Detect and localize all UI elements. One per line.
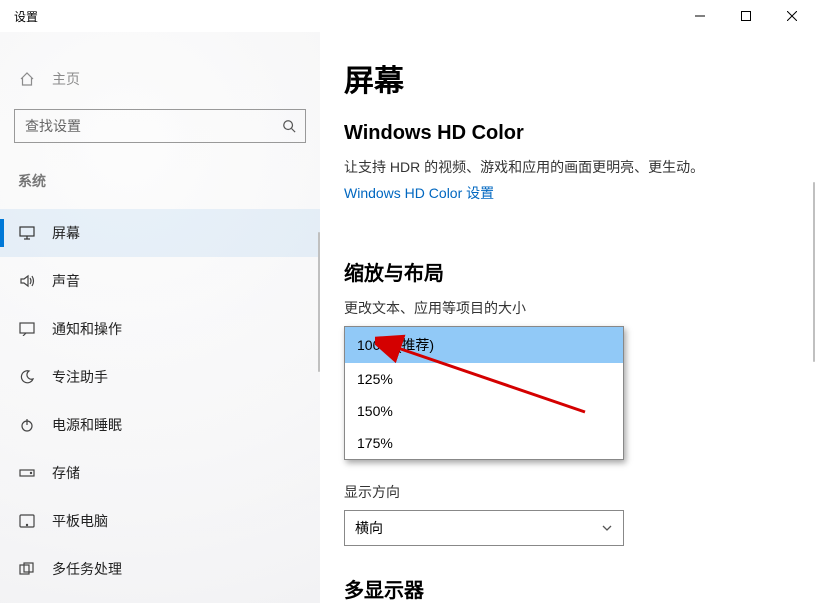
- multi-display-heading: 多显示器: [344, 574, 791, 603]
- sidebar-item-label: 电源和睡眠: [52, 415, 122, 435]
- orientation-label: 显示方向: [344, 482, 791, 502]
- search-input[interactable]: [14, 109, 306, 143]
- content-pane: 屏幕 Windows HD Color 让支持 HDR 的视频、游戏和应用的画面…: [320, 32, 815, 603]
- scale-option-100[interactable]: 100% (推荐): [345, 327, 623, 363]
- sidebar-item-sound[interactable]: 声音: [0, 257, 320, 305]
- orientation-value: 横向: [355, 518, 383, 538]
- sidebar-item-multitask[interactable]: 多任务处理: [0, 545, 320, 593]
- tablet-icon: [18, 514, 36, 528]
- storage-icon: [18, 467, 36, 479]
- close-button[interactable]: [769, 0, 815, 32]
- nav-list: 屏幕 声音 通知和操作 专注助手 电源和睡眠 存储: [0, 209, 320, 593]
- sidebar-item-storage[interactable]: 存储: [0, 449, 320, 497]
- chevron-down-icon: [601, 522, 613, 534]
- section-header: 系统: [0, 159, 320, 209]
- maximize-button[interactable]: [723, 0, 769, 32]
- sidebar: 主页 系统 屏幕 声音 通知和操作 专注助手: [0, 32, 320, 603]
- search-field[interactable]: [14, 109, 306, 143]
- focus-icon: [18, 369, 36, 385]
- sidebar-item-label: 通知和操作: [52, 319, 122, 339]
- multitask-icon: [18, 562, 36, 576]
- hd-color-heading: Windows HD Color: [344, 122, 791, 145]
- home-nav[interactable]: 主页: [0, 57, 320, 101]
- sidebar-item-label: 专注助手: [52, 367, 108, 387]
- scale-option-175[interactable]: 175%: [345, 427, 623, 459]
- sidebar-item-label: 声音: [52, 271, 80, 291]
- sidebar-item-label: 屏幕: [52, 223, 80, 243]
- scale-label: 更改文本、应用等项目的大小: [344, 298, 791, 318]
- sidebar-item-tablet[interactable]: 平板电脑: [0, 497, 320, 545]
- scale-option-125[interactable]: 125%: [345, 363, 623, 395]
- sidebar-item-power[interactable]: 电源和睡眠: [0, 401, 320, 449]
- title-bar: 设置: [0, 0, 815, 32]
- hd-color-desc: 让支持 HDR 的视频、游戏和应用的画面更明亮、更生动。: [344, 157, 791, 177]
- sidebar-item-focus[interactable]: 专注助手: [0, 353, 320, 401]
- power-icon: [18, 417, 36, 433]
- scale-option-150[interactable]: 150%: [345, 395, 623, 427]
- orientation-select[interactable]: 横向: [344, 510, 624, 546]
- hd-color-link[interactable]: Windows HD Color 设置: [344, 183, 494, 203]
- minimize-button[interactable]: [677, 0, 723, 32]
- sidebar-item-label: 存储: [52, 463, 80, 483]
- window-controls: [677, 0, 815, 32]
- sound-icon: [18, 274, 36, 288]
- scale-heading: 缩放与布局: [344, 257, 791, 286]
- scale-dropdown[interactable]: 100% (推荐) 125% 150% 175%: [344, 326, 624, 460]
- sidebar-item-display[interactable]: 屏幕: [0, 209, 320, 257]
- sidebar-item-notifications[interactable]: 通知和操作: [0, 305, 320, 353]
- home-icon: [18, 71, 36, 87]
- home-label: 主页: [52, 69, 80, 89]
- search-icon: [282, 119, 296, 133]
- sidebar-item-label: 平板电脑: [52, 511, 108, 531]
- sidebar-item-label: 多任务处理: [52, 559, 122, 579]
- window-title: 设置: [14, 8, 38, 25]
- page-title: 屏幕: [344, 56, 791, 100]
- display-icon: [18, 226, 36, 240]
- notification-icon: [18, 322, 36, 336]
